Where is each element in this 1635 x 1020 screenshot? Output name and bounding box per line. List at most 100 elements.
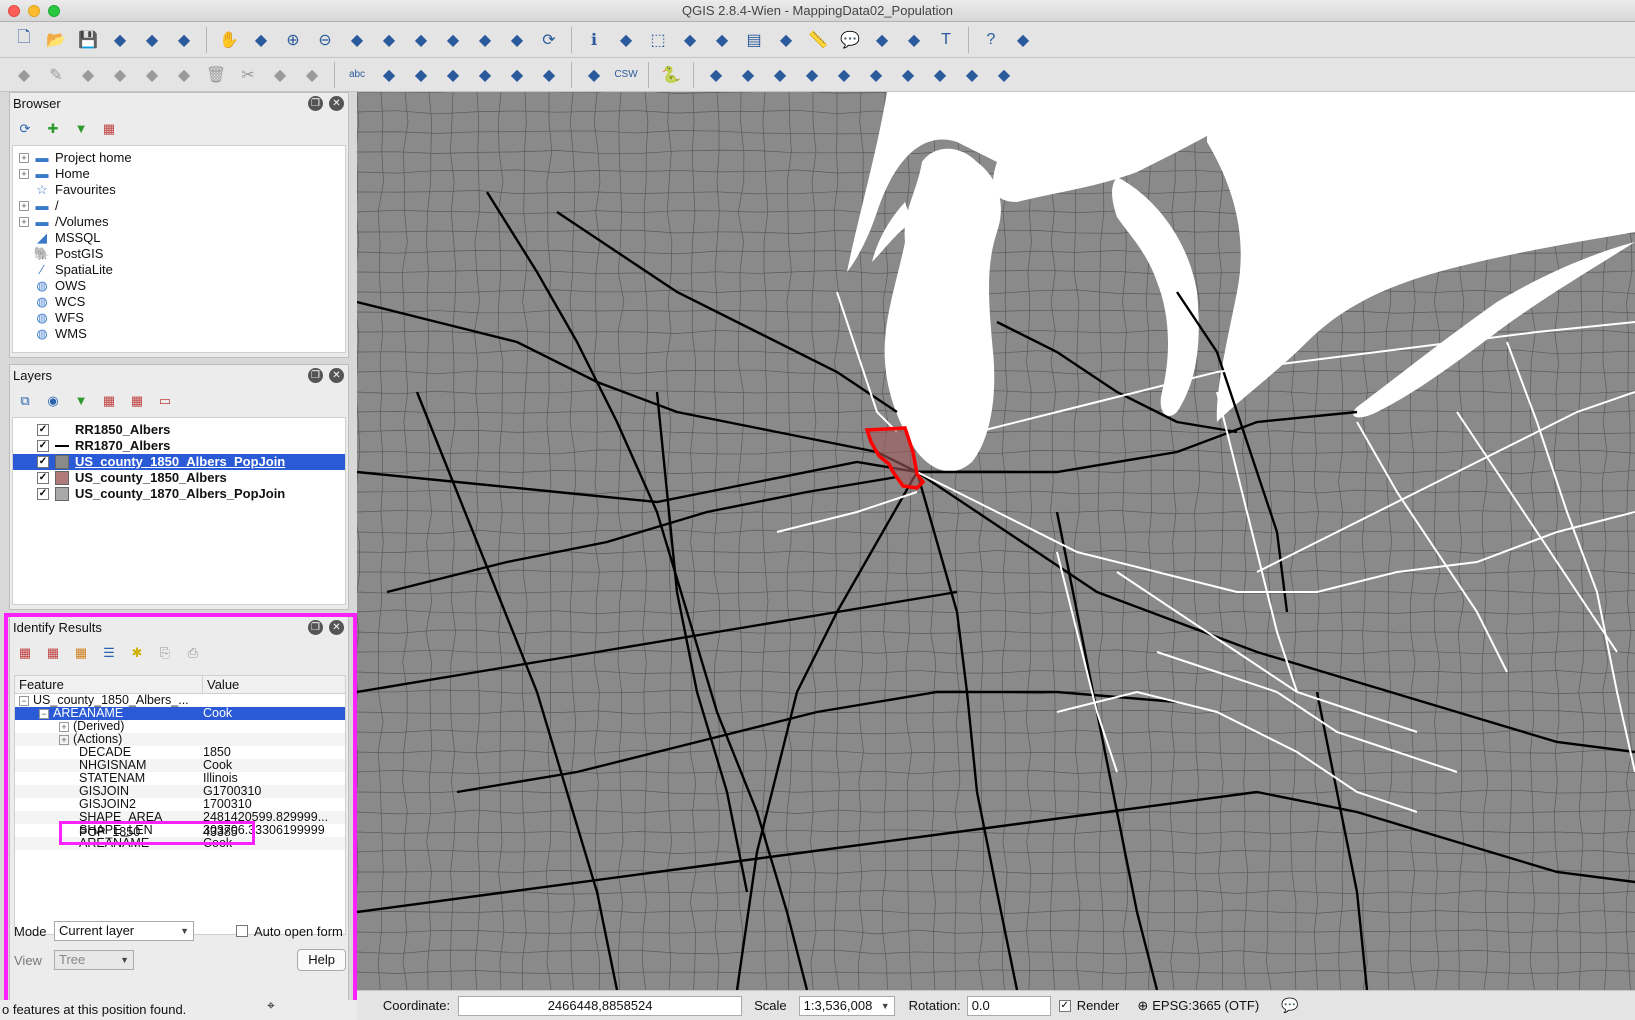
select-icon[interactable]: ⬚ [644,26,672,54]
edit-pencil-icon[interactable]: ✎ [42,61,70,89]
whats-this-icon[interactable]: ◆ [1009,26,1037,54]
db-manager-icon[interactable]: ◆ [580,61,608,89]
attribute-row[interactable]: GISJOIN G1700310 [15,785,345,798]
move-feature-icon[interactable]: ◆ [138,61,166,89]
filter-icon[interactable]: ▼ [72,120,90,138]
collapse-all-icon[interactable]: ▦ [128,392,146,410]
layer-visibility-checkbox[interactable]: ✓ [37,472,49,484]
layer-item[interactable]: ✓ US_county_1850_Albers [13,470,345,486]
label-show-icon[interactable]: ◆ [407,61,435,89]
add-vector-icon[interactable]: ◆ [702,61,730,89]
zoom-out-icon[interactable]: ⊖ [311,26,339,54]
open-project-icon[interactable]: 📂 [42,26,70,54]
deselect-icon[interactable]: ◆ [676,26,704,54]
coordinate-field[interactable]: 2466448,8858524 [458,995,743,1016]
copy-feature-icon[interactable]: ⎘ [156,644,174,662]
auto-open-checkbox[interactable] [236,925,248,937]
browser-item[interactable]: + ▬ Project home [13,150,345,166]
attribute-row[interactable]: DECADE 1850 [15,746,345,759]
new-print-composer-icon[interactable]: ◆ [138,26,166,54]
expand-icon[interactable]: + [19,217,29,227]
layer-item[interactable]: ✓ RR1850_Albers [13,422,345,438]
help-button[interactable]: Help [297,949,346,971]
expand-icon[interactable]: + [19,153,29,163]
close-window-button[interactable] [8,5,20,17]
layer-row[interactable]: − US_county_1850_Albers_... [15,694,345,707]
browser-item[interactable]: ◍ WCS [13,294,345,310]
open-form-icon[interactable]: ☰ [100,644,118,662]
browser-item[interactable]: ◢ MSSQL [13,230,345,246]
actions-row[interactable]: + (Actions) [15,733,345,746]
layer-item[interactable]: ✓ RR1870_Albers [13,438,345,454]
layer-visibility-checkbox[interactable]: ✓ [37,440,49,452]
help-icon[interactable]: ? [977,26,1005,54]
save-edits-icon[interactable]: ◆ [74,61,102,89]
derived-row[interactable]: + (Derived) [15,720,345,733]
browser-item[interactable]: ⁄ SpatiaLite [13,262,345,278]
layer-visibility-checkbox[interactable]: ✓ [37,424,49,436]
float-panel-icon[interactable]: ❐ [308,368,323,383]
composer-manager-icon[interactable]: ◆ [170,26,198,54]
minimize-window-button[interactable] [28,5,40,17]
mode-select[interactable]: Current layer ▼ [54,921,194,941]
rotation-field[interactable]: 0.0 [966,995,1051,1016]
render-checkbox[interactable]: ✓ [1058,999,1071,1012]
action-icon[interactable]: ◆ [612,26,640,54]
csw-icon[interactable]: CSW [612,61,640,89]
add-mssql-icon[interactable]: ◆ [830,61,858,89]
save-project-icon[interactable]: 💾 [74,26,102,54]
maximize-window-button[interactable] [48,5,60,17]
add-raster-icon[interactable]: ◆ [734,61,762,89]
float-panel-icon[interactable]: ❐ [308,620,323,635]
new-shapefile-icon[interactable]: ◆ [990,61,1018,89]
new-bookmark-icon[interactable]: ◆ [868,26,896,54]
layer-style-icon[interactable]: ⧉ [16,392,34,410]
open-attribute-table-icon[interactable]: ▤ [740,26,768,54]
pan-icon[interactable]: ✋ [215,26,243,54]
browser-item[interactable]: 🐘 PostGIS [13,246,345,262]
show-bookmarks-icon[interactable]: ◆ [900,26,928,54]
label-pinned-icon[interactable]: ◆ [535,61,563,89]
add-feature-icon[interactable]: ◆ [106,61,134,89]
add-wfs-icon[interactable]: ◆ [926,61,954,89]
add-wms-icon[interactable]: ◆ [862,61,890,89]
crs-label[interactable]: EPSG:3665 (OTF) [1152,998,1259,1013]
zoom-to-layer-icon[interactable]: ◆ [439,26,467,54]
zoom-in-icon[interactable]: ⊕ [279,26,307,54]
statistics-icon[interactable]: ◆ [772,26,800,54]
filter-legend-icon[interactable]: ▼ [72,392,90,410]
add-wcs-icon[interactable]: ◆ [894,61,922,89]
remove-layer-icon[interactable]: ▭ [156,392,174,410]
label-rotate-icon[interactable]: ◆ [471,61,499,89]
zoom-next-icon[interactable]: ◆ [503,26,531,54]
new-project-icon[interactable]: 🗋 [10,26,38,54]
browser-item[interactable]: ☆ Favourites [13,182,345,198]
layer-visibility-checkbox[interactable]: ✓ [37,488,49,500]
add-spatialite-icon[interactable]: ◆ [798,61,826,89]
coordinate-toggle-icon[interactable]: ⌖ [267,997,275,1014]
save-as-icon[interactable]: ◆ [106,26,134,54]
crs-globe-icon[interactable]: ⊕ [1137,998,1148,1014]
expand-new-icon[interactable]: ▦ [72,644,90,662]
browser-item[interactable]: + ▬ Home [13,166,345,182]
value-column-header[interactable]: Value [203,676,239,693]
paste-icon[interactable]: ◆ [298,61,326,89]
browser-item[interactable]: + ▬ / [13,198,345,214]
view-select[interactable]: Tree ▼ [54,950,134,970]
label-pin-icon[interactable]: ◆ [375,61,403,89]
label-change-icon[interactable]: ◆ [503,61,531,89]
close-panel-icon[interactable]: ✕ [329,620,344,635]
feature-column-header[interactable]: Feature [15,676,203,693]
zoom-to-selection-icon[interactable]: ◆ [407,26,435,54]
delete-selected-icon[interactable]: 🗑 [202,61,230,89]
layer-visibility-checkbox[interactable]: ✓ [37,456,49,468]
close-panel-icon[interactable]: ✕ [329,368,344,383]
zoom-last-icon[interactable]: ◆ [471,26,499,54]
node-tool-icon[interactable]: ◆ [170,61,198,89]
layer-item[interactable]: ✓ US_county_1850_Albers_PopJoin [13,454,345,470]
cut-icon[interactable]: ✂ [234,61,262,89]
clear-highlight-icon[interactable]: ✱ [128,644,146,662]
attribute-row[interactable]: NHGISNAM Cook [15,759,345,772]
refresh-icon[interactable]: ⟳ [16,120,34,138]
print-icon[interactable]: ⎙ [184,644,202,662]
